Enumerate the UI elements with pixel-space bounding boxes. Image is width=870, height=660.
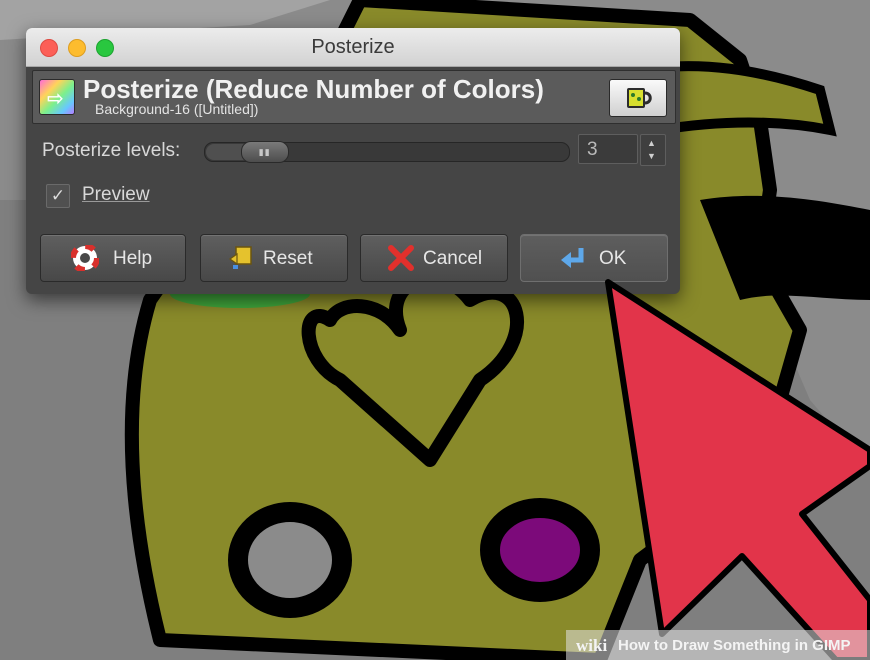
watermark-brand: wiki [576, 636, 608, 655]
watermark-text: How to Draw Something in GIMP [618, 637, 851, 654]
wikihow-watermark: wiki How to Draw Something in GIMP [566, 630, 870, 660]
red-arrow-pointer [605, 279, 870, 660]
